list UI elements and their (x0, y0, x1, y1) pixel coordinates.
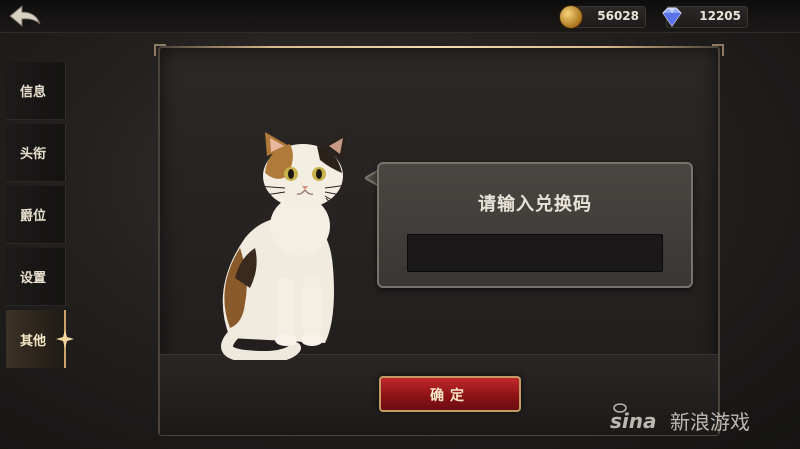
panel-top-glow (160, 46, 718, 48)
diamond-icon (659, 4, 685, 30)
game-screen: 56028 12205 信息 头衔 爵位 设置 其他 请输入兑换码 确定 sin… (0, 0, 800, 449)
redeem-code-bubble: 请输入兑换码 (377, 162, 693, 288)
gold-coin-icon (559, 5, 583, 29)
sidebar-item-label: 信息 (20, 85, 47, 100)
top-bar: 56028 12205 (0, 0, 800, 33)
diamond-value: 12205 (699, 9, 741, 23)
sina-watermark: sina 新浪游戏 (610, 400, 790, 440)
svg-text:sina: sina (610, 409, 657, 433)
diamond-counter: 12205 (662, 6, 748, 28)
sidebar-item-label: 设置 (20, 271, 47, 286)
sidebar-item-settings[interactable]: 设置 (6, 248, 66, 306)
corner-ornament-icon (712, 44, 724, 56)
sidebar: 信息 头衔 爵位 设置 其他 (0, 60, 74, 449)
gold-counter: 56028 (559, 5, 646, 29)
corner-ornament-icon (154, 44, 166, 56)
watermark-text: 新浪游戏 (670, 410, 750, 434)
confirm-button-label: 确定 (430, 388, 470, 404)
redeem-title: 请输入兑换码 (478, 194, 592, 215)
sidebar-item-label: 爵位 (20, 209, 47, 224)
sidebar-item-rank[interactable]: 爵位 (6, 186, 66, 244)
active-indicator-icon (56, 330, 74, 348)
redeem-code-input[interactable] (407, 234, 663, 272)
confirm-button[interactable]: 确定 (379, 376, 521, 412)
sidebar-item-label: 其他 (20, 333, 47, 349)
sidebar-item-other[interactable]: 其他 (6, 310, 74, 368)
gold-value: 56028 (597, 9, 639, 23)
sidebar-item-label: 头衔 (20, 147, 47, 162)
sidebar-item-title[interactable]: 头衔 (6, 124, 66, 182)
sidebar-item-info[interactable]: 信息 (6, 62, 66, 120)
calico-cat-illustration (221, 132, 358, 360)
sina-logo: sina (610, 403, 657, 433)
back-arrow-icon[interactable] (6, 2, 44, 30)
